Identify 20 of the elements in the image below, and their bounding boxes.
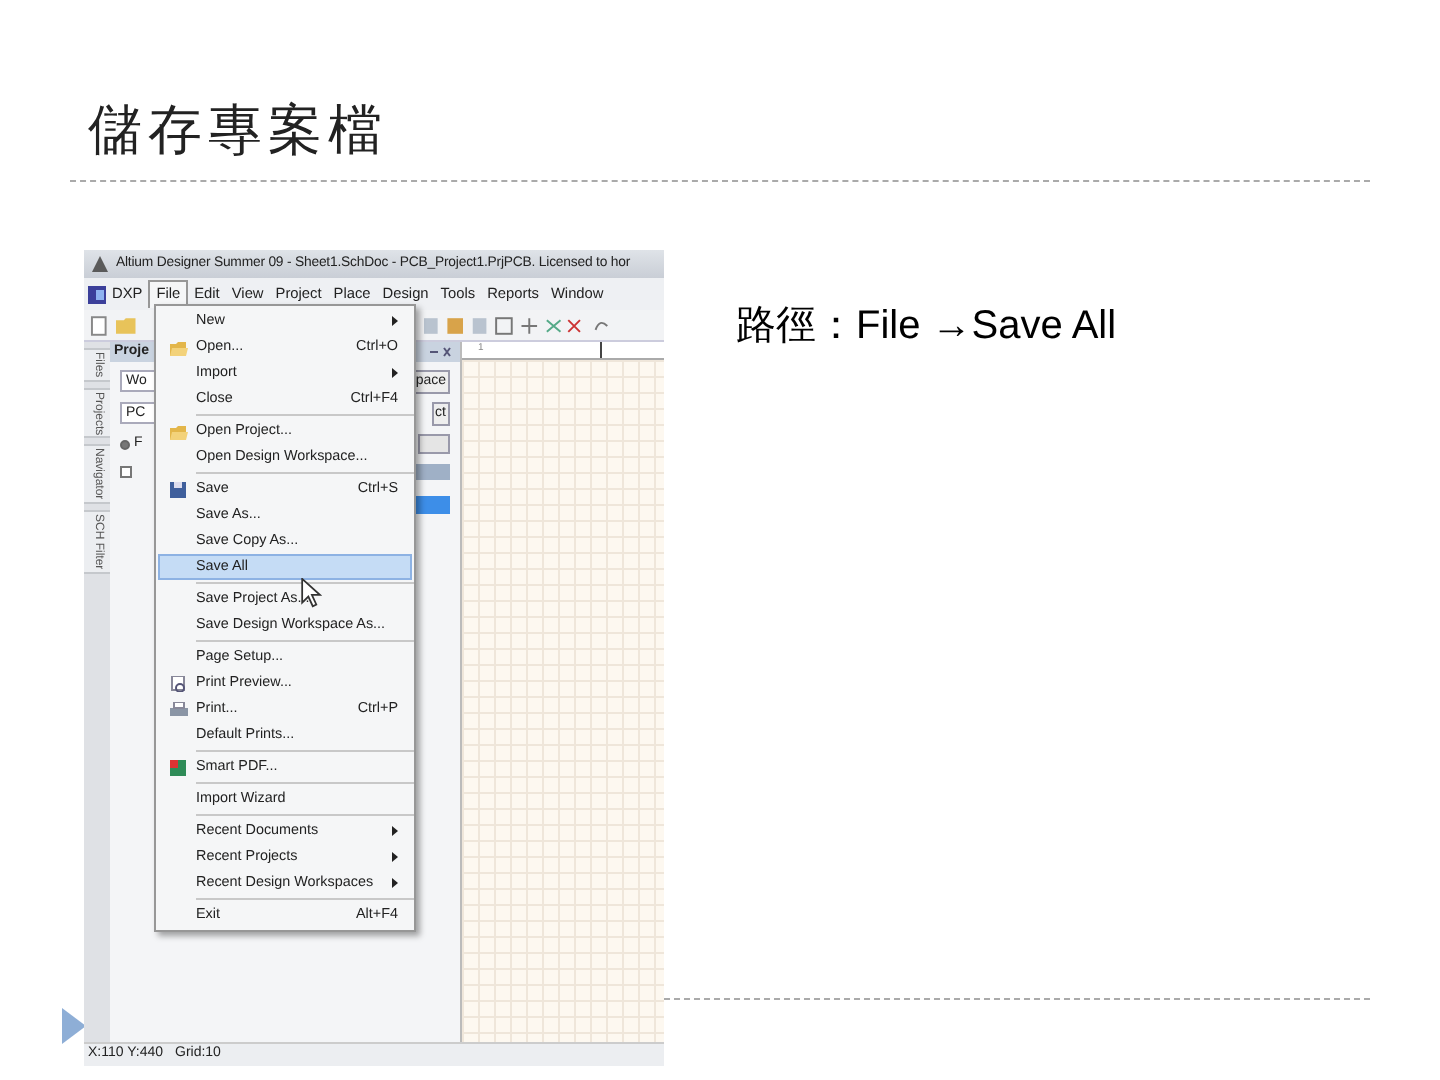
submenu-arrow-icon <box>392 368 398 378</box>
pdf-icon <box>169 759 187 775</box>
path-caption: 路徑：File →Save All <box>736 302 1117 352</box>
radio-button[interactable] <box>120 439 130 450</box>
pin-close-icon[interactable] <box>428 346 452 358</box>
document-icon[interactable] <box>90 315 108 335</box>
folder-icon <box>169 423 187 439</box>
tree-expander[interactable] <box>120 465 132 477</box>
slide-title: 儲存專案檔 <box>88 104 388 158</box>
dropdown-button[interactable] <box>418 434 450 455</box>
submenu-arrow-icon <box>392 852 398 862</box>
app-icon <box>92 256 108 272</box>
submenu-arrow-icon <box>392 826 398 836</box>
submenu-arrow-icon <box>392 878 398 888</box>
submenu-arrow-icon <box>392 316 398 326</box>
folder-icon <box>169 339 187 355</box>
triangle-icon <box>62 1008 86 1044</box>
dxp-icon <box>88 285 106 303</box>
magnifier-page-icon <box>169 675 187 691</box>
printer-icon <box>169 701 187 717</box>
